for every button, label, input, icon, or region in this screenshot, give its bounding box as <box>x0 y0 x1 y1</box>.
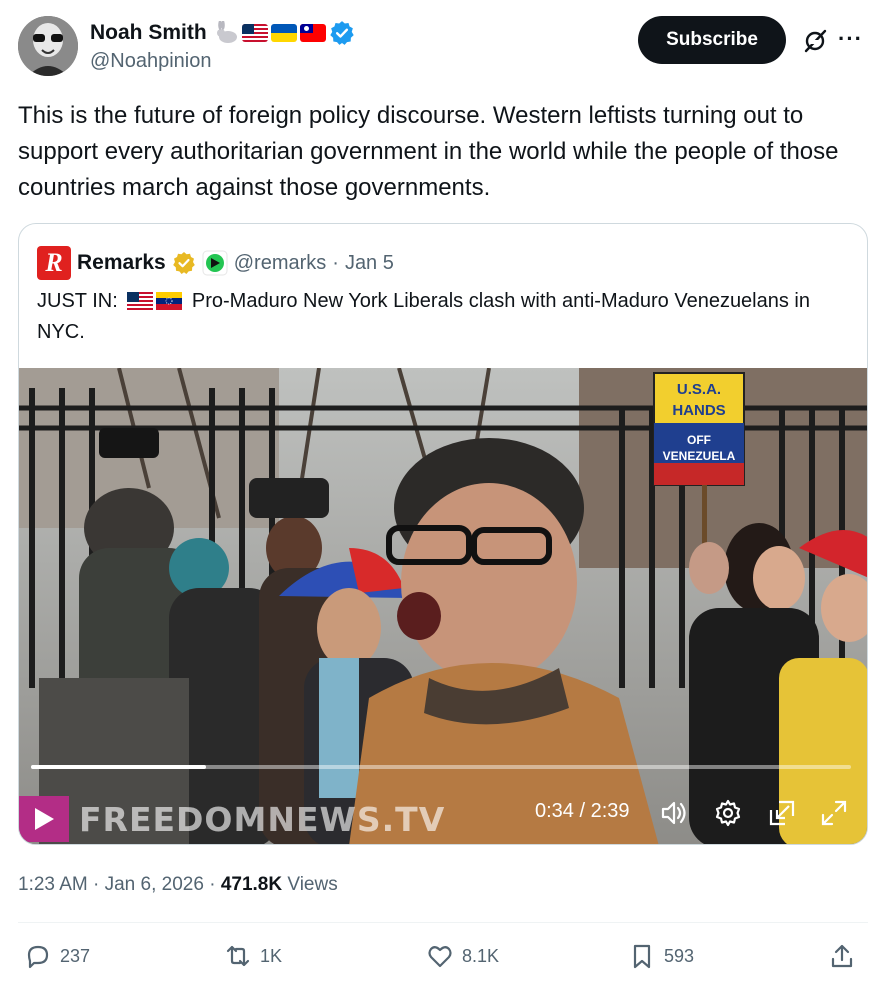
picture-in-picture-icon[interactable] <box>767 798 797 828</box>
like-count: 8.1K <box>462 945 500 966</box>
quoted-author-handle[interactable]: @remarks <box>234 252 327 275</box>
video-time: 0:34 / 2:39 <box>535 800 630 822</box>
subscribe-button[interactable]: Subscribe <box>638 16 786 64</box>
dot-separator: · <box>332 251 339 274</box>
sign-line-1: U.S.A. <box>677 381 721 398</box>
volume-icon[interactable] <box>659 798 689 828</box>
tweet-text: This is the future of foreign policy dis… <box>18 102 839 201</box>
views-count: 471.8K <box>220 874 283 895</box>
video-progress-bar[interactable] <box>31 765 851 769</box>
us-flag-icon <box>241 24 268 42</box>
quoted-tweet-date[interactable]: Jan 5 <box>345 252 394 275</box>
video-frame: U.S.A. HANDS OFF VENEZUELA <box>19 368 867 844</box>
reply-count: 237 <box>60 945 91 966</box>
share-button[interactable] <box>828 942 856 970</box>
dot-separator: · <box>209 874 221 895</box>
reply-icon <box>27 945 49 969</box>
quoted-tweet-header: R Remarks @remarks · Jan 5 <box>37 246 394 280</box>
repost-button[interactable]: 1K <box>224 942 282 970</box>
more-options-icon[interactable]: ··· <box>838 26 864 52</box>
settings-gear-icon[interactable] <box>713 798 743 828</box>
heart-icon <box>428 946 452 968</box>
us-flag-icon <box>127 292 154 310</box>
video-watermark: FREEDOMNEWS.TV <box>79 800 446 839</box>
gold-verified-badge-icon <box>172 252 195 274</box>
play-button[interactable] <box>19 796 69 842</box>
author-name[interactable]: Noah Smith <box>90 21 207 45</box>
bookmark-count: 593 <box>664 945 695 966</box>
avatar[interactable] <box>18 16 78 76</box>
author-handle[interactable]: @Noahpinion <box>90 50 212 73</box>
name-badges <box>213 20 355 46</box>
taiwan-flag-icon <box>299 24 326 42</box>
quoted-flags <box>127 292 183 310</box>
quoted-text-prefix: JUST IN: <box>37 290 118 312</box>
verified-badge-icon <box>329 21 354 45</box>
remarks-logo-icon[interactable]: R <box>37 246 71 280</box>
quoted-tweet[interactable]: R Remarks @remarks · Jan 5 JUST IN: Pro-… <box>18 223 868 845</box>
repost-count: 1K <box>260 945 283 966</box>
tweet-meta: 1:23 AM · Jan 6, 2026 · 471.8K Views <box>18 874 338 896</box>
reply-button[interactable]: 237 <box>24 942 90 970</box>
fullscreen-icon[interactable] <box>819 798 849 828</box>
share-icon <box>831 944 853 968</box>
sign-line-3: OFF <box>687 433 711 447</box>
like-button[interactable]: 8.1K <box>426 942 499 970</box>
bookmark-icon <box>633 944 651 969</box>
bookmark-button[interactable]: 593 <box>628 942 694 970</box>
views-label: Views <box>287 874 338 895</box>
dot-separator: · <box>93 874 105 895</box>
quoted-tweet-text: JUST IN: Pro-Maduro New York Liberals cl… <box>37 286 837 348</box>
divider <box>18 922 868 923</box>
sign-line-4: VENEZUELA <box>663 449 736 463</box>
venezuela-flag-icon <box>156 292 183 310</box>
repost-icon <box>226 945 250 967</box>
rabbit-icon <box>216 21 237 43</box>
play-icon <box>35 808 54 830</box>
ukraine-flag-icon <box>270 24 297 42</box>
grok-icon[interactable] <box>802 28 828 54</box>
sign-line-2: HANDS <box>672 402 725 419</box>
video-player[interactable]: U.S.A. HANDS OFF VENEZUELA FREEDOMNEWS.T… <box>19 368 867 844</box>
tweet-date[interactable]: Jan 6, 2026 <box>105 874 204 895</box>
video-progress-fill <box>31 765 207 769</box>
tweet-actions: 237 1K 8.1K 593 <box>18 942 868 982</box>
tweet-header: Noah Smith @Noahpinion Subscribe ··· <box>18 14 868 78</box>
tweet-time[interactable]: 1:23 AM <box>18 874 88 895</box>
quoted-author-name[interactable]: Remarks <box>77 251 166 275</box>
affiliate-badge-icon <box>202 250 228 276</box>
